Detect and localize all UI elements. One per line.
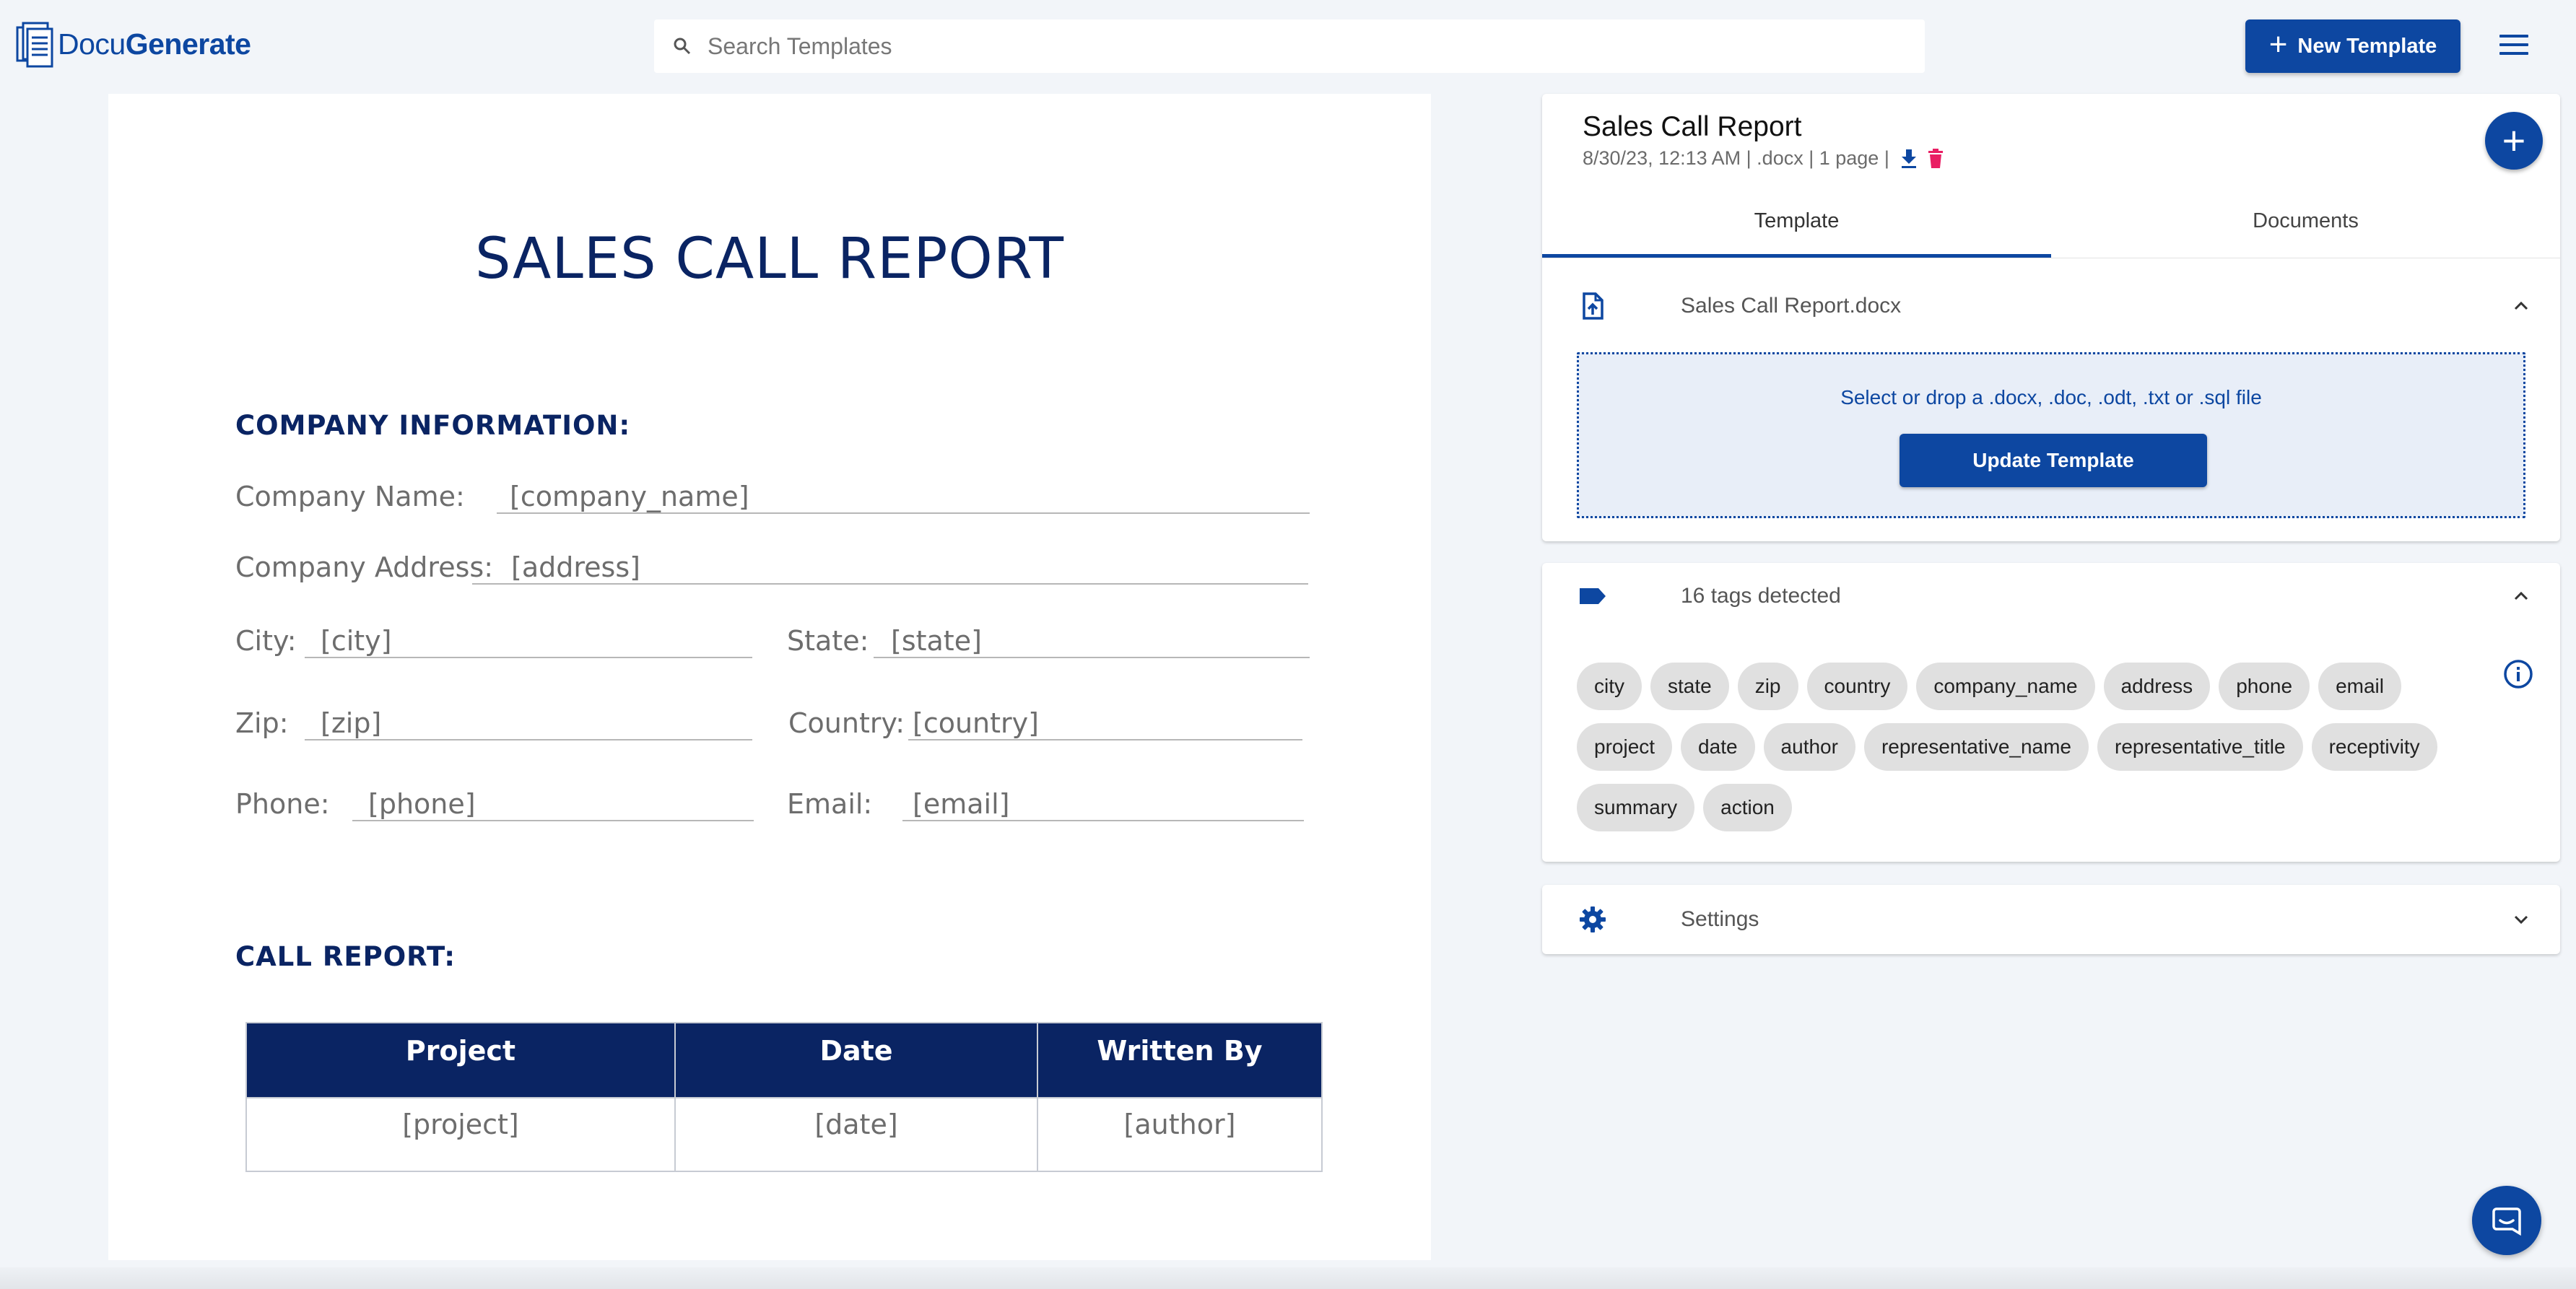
table-row: [project] [date] [author] bbox=[245, 1097, 1323, 1172]
logo-text: DocuGenerate bbox=[58, 27, 251, 61]
chevron-up-icon[interactable] bbox=[2511, 589, 2531, 603]
update-template-button[interactable]: Update Template bbox=[1900, 434, 2207, 487]
phone-label: Phone: bbox=[235, 788, 330, 820]
call-report-table: Project Date Written By [project] [date]… bbox=[245, 1022, 1323, 1172]
plus-icon: + bbox=[2268, 27, 2288, 62]
email-label: Email: bbox=[787, 788, 873, 820]
search-input[interactable] bbox=[708, 32, 1863, 60]
new-template-button[interactable]: + New Template bbox=[2245, 19, 2460, 73]
table-header-written-by: Written By bbox=[1037, 1022, 1323, 1098]
tag-chip[interactable]: email bbox=[2318, 663, 2401, 710]
tag-chip[interactable]: company_name bbox=[1916, 663, 2095, 710]
plus-icon: + bbox=[2502, 118, 2526, 163]
document-title: SALES CALL REPORT bbox=[475, 227, 1064, 292]
call-report-heading: CALL REPORT: bbox=[235, 941, 456, 972]
template-file-row[interactable]: Sales Call Report.docx bbox=[1542, 277, 2560, 335]
tag-chip[interactable]: receptivity bbox=[2311, 723, 2437, 771]
document-stack-icon bbox=[16, 22, 53, 68]
tag-chip[interactable]: zip bbox=[1737, 663, 1798, 710]
tag-chip[interactable]: representative_name bbox=[1863, 723, 2089, 771]
template-file-name: Sales Call Report.docx bbox=[1681, 294, 1902, 318]
app-logo[interactable]: DocuGenerate bbox=[16, 20, 251, 68]
logo-text-generate: Generate bbox=[125, 27, 251, 61]
zip-value: [zip] bbox=[321, 707, 382, 739]
settings-label: Settings bbox=[1681, 907, 1759, 931]
bottom-edge bbox=[0, 1267, 2576, 1289]
address-label: Company Address: bbox=[235, 551, 493, 583]
tag-chip[interactable]: project bbox=[1577, 723, 1673, 771]
label-tag-icon bbox=[1580, 588, 1606, 604]
tag-chip[interactable]: date bbox=[1681, 723, 1755, 771]
settings-panel[interactable]: Settings bbox=[1542, 885, 2560, 954]
template-meta-text: 8/30/23, 12:13 AM | .docx | 1 page | bbox=[1583, 147, 1889, 169]
tag-chip[interactable]: summary bbox=[1577, 784, 1695, 831]
file-upload-icon bbox=[1583, 292, 1604, 320]
table-header-row: Project Date Written By bbox=[245, 1022, 1323, 1098]
zip-label: Zip: bbox=[235, 707, 289, 739]
template-meta: 8/30/23, 12:13 AM | .docx | 1 page | bbox=[1583, 147, 1944, 170]
company-name-value: [company_name] bbox=[510, 481, 749, 512]
chat-icon bbox=[2492, 1207, 2521, 1236]
tag-chip[interactable]: address bbox=[2103, 663, 2211, 710]
state-label: State: bbox=[787, 625, 869, 657]
tab-documents[interactable]: Documents bbox=[2051, 209, 2560, 253]
table-cell-author: [author] bbox=[1037, 1097, 1323, 1172]
country-value: [country] bbox=[913, 707, 1039, 739]
table-header-date: Date bbox=[674, 1022, 1038, 1098]
table-cell-date: [date] bbox=[674, 1097, 1038, 1172]
chevron-down-icon[interactable] bbox=[2511, 912, 2531, 927]
tab-template[interactable]: Template bbox=[1542, 209, 2051, 253]
address-value: [address] bbox=[511, 551, 640, 583]
download-icon[interactable] bbox=[1900, 148, 1918, 170]
table-cell-project: [project] bbox=[245, 1097, 676, 1172]
tag-chip[interactable]: action bbox=[1703, 784, 1792, 831]
state-value: [state] bbox=[891, 625, 982, 657]
city-label: City: bbox=[235, 625, 297, 657]
template-panel: Sales Call Report 8/30/23, 12:13 AM | .d… bbox=[1542, 94, 2560, 541]
info-icon[interactable] bbox=[2502, 658, 2534, 690]
tag-chip[interactable]: city bbox=[1577, 663, 1642, 710]
phone-value: [phone] bbox=[368, 788, 476, 820]
delete-icon[interactable] bbox=[1927, 148, 1944, 170]
company-name-label: Company Name: bbox=[235, 481, 465, 512]
file-dropzone[interactable]: Select or drop a .docx, .doc, .odt, .txt… bbox=[1577, 352, 2525, 518]
tag-chips: city state zip country company_name address ph… bbox=[1577, 663, 2501, 844]
tags-count: 16 tags detected bbox=[1681, 584, 1841, 608]
tags-panel: 16 tags detected city state zip country comp… bbox=[1542, 563, 2560, 862]
document-preview: SALES CALL REPORT COMPANY INFORMATION: C… bbox=[108, 94, 1431, 1260]
city-value: [city] bbox=[321, 625, 392, 657]
hamburger-menu-icon[interactable] bbox=[2499, 35, 2528, 58]
table-header-project: Project bbox=[245, 1022, 676, 1098]
tag-chip[interactable]: country bbox=[1806, 663, 1908, 710]
company-info-heading: COMPANY INFORMATION: bbox=[235, 410, 631, 441]
tags-header-row[interactable]: 16 tags detected bbox=[1542, 567, 2560, 625]
tag-chip[interactable]: state bbox=[1650, 663, 1729, 710]
country-label: Country: bbox=[788, 707, 905, 739]
email-value: [email] bbox=[913, 788, 1010, 820]
template-name: Sales Call Report bbox=[1583, 111, 1802, 142]
chat-button[interactable] bbox=[2472, 1186, 2541, 1255]
dropzone-text: Select or drop a .docx, .doc, .odt, .txt… bbox=[1840, 386, 2262, 408]
settings-row[interactable]: Settings bbox=[1542, 891, 2560, 948]
chevron-up-icon[interactable] bbox=[2511, 299, 2531, 313]
tag-chip[interactable]: author bbox=[1763, 723, 1855, 771]
tag-chip[interactable]: representative_title bbox=[2097, 723, 2303, 771]
new-template-label: New Template bbox=[2297, 34, 2437, 58]
add-fab-button[interactable]: + bbox=[2485, 112, 2543, 170]
tag-chip[interactable]: phone bbox=[2219, 663, 2310, 710]
search-bar[interactable] bbox=[654, 19, 1925, 73]
logo-text-docu: Docu bbox=[58, 27, 126, 61]
gear-icon bbox=[1580, 906, 1606, 932]
search-icon bbox=[674, 38, 691, 55]
